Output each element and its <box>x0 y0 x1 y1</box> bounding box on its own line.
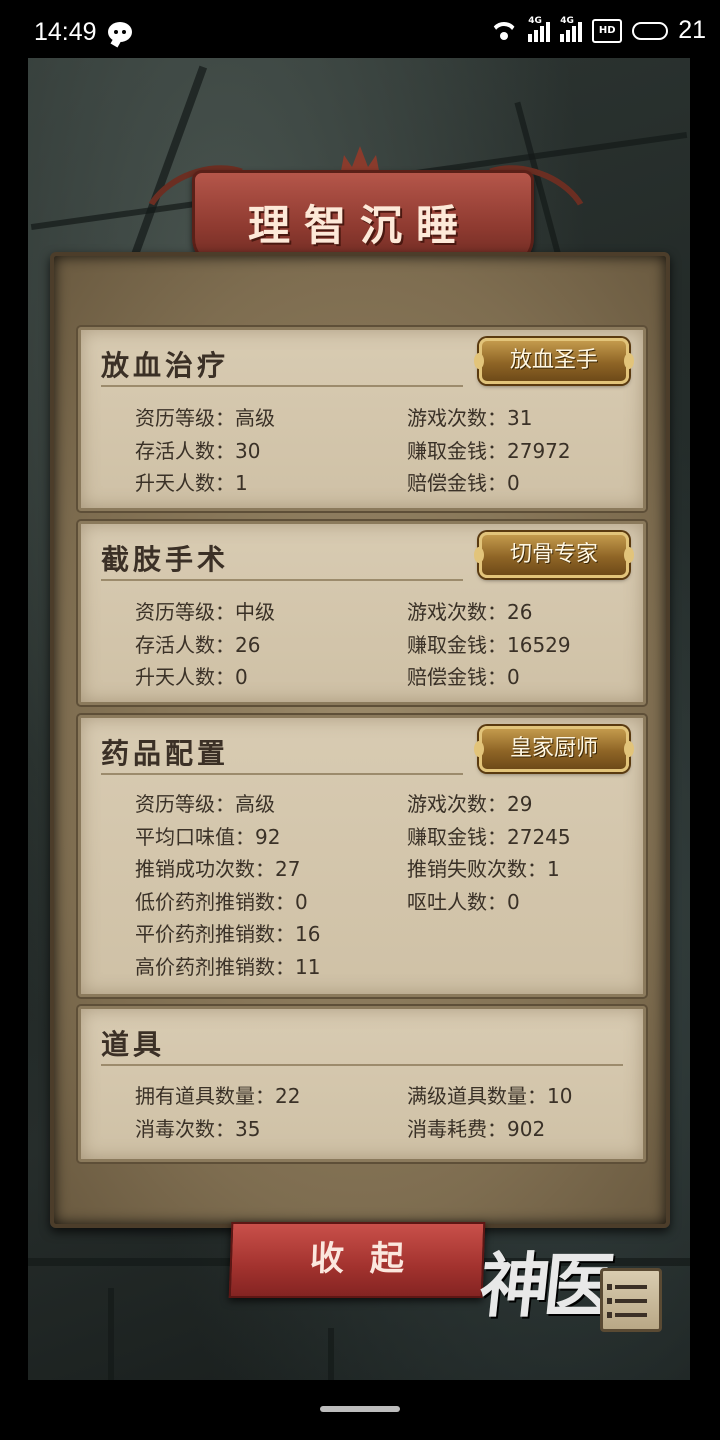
stat-item: 赚取金钱：27972 <box>407 439 571 463</box>
stat-item: 呕吐人数：0 <box>407 890 520 914</box>
stat-item: 满级道具数量：10 <box>407 1084 573 1108</box>
stat-item: 平均口味值：92 <box>135 825 281 849</box>
stat-item: 存活人数：26 <box>135 633 261 657</box>
stat-item: 升天人数：1 <box>135 471 248 495</box>
stat-item: 赚取金钱：16529 <box>407 633 571 657</box>
stat-item: 高价药剂推销数：11 <box>135 955 321 979</box>
stat-item: 消毒次数：35 <box>135 1117 261 1141</box>
battery-icon <box>632 21 669 40</box>
collapse-button[interactable]: 收起 <box>228 1222 486 1298</box>
stat-item: 平价药剂推销数：16 <box>135 922 321 946</box>
divider <box>101 1064 623 1066</box>
stat-item: 资历等级：高级 <box>135 406 275 430</box>
title-badge: 切骨专家 <box>474 532 634 578</box>
section-medicine: 药品配置 皇家厨师 资历等级：高级 平均口味值：92 推销成功次数：27 低价药… <box>78 715 646 997</box>
stat-item: 游戏次数：31 <box>407 406 533 430</box>
battery-level: 21 <box>678 16 706 44</box>
stat-item: 赔偿金钱：0 <box>407 471 520 495</box>
home-indicator[interactable] <box>320 1406 400 1412</box>
stat-item: 赚取金钱：27245 <box>407 825 571 849</box>
stat-item: 推销失败次数：1 <box>407 857 560 881</box>
section-amputation: 截肢手术 切骨专家 资历等级：中级 存活人数：26 升天人数：0 游戏次数：26… <box>78 521 646 705</box>
divider <box>101 579 463 581</box>
title-badge: 皇家厨师 <box>474 726 634 772</box>
section-title: 截肢手术 <box>101 543 230 576</box>
chat-icon <box>108 22 132 42</box>
status-time: 14:49 <box>34 18 97 46</box>
stat-item: 赔偿金钱：0 <box>407 665 520 689</box>
section-title: 道具 <box>101 1028 166 1061</box>
section-bloodletting: 放血治疗 放血圣手 资历等级：高级 存活人数：30 升天人数：1 游戏次数：31… <box>78 327 646 511</box>
section-title: 放血治疗 <box>101 349 230 382</box>
stat-item: 存活人数：30 <box>135 439 261 463</box>
section-title: 药品配置 <box>101 737 230 770</box>
section-props: 道具 拥有道具数量：22 消毒次数：35 满级道具数量：10 消毒耗费：902 <box>78 1006 646 1162</box>
stat-item: 推销成功次数：27 <box>135 857 301 881</box>
wifi-icon <box>490 20 518 42</box>
page-title: 理智沉睡 <box>247 201 472 250</box>
stat-item: 游戏次数：26 <box>407 600 533 624</box>
status-bar: 14:49 4G 4G HD 21 <box>0 0 720 58</box>
stat-item: 拥有道具数量：22 <box>135 1084 301 1108</box>
hd-icon: HD <box>592 18 623 43</box>
signal-icon: 4G <box>528 16 551 42</box>
signal-icon: 4G <box>560 16 583 42</box>
divider <box>101 773 463 775</box>
stat-item: 消毒耗费：902 <box>407 1117 546 1141</box>
stat-item: 低价药剂推销数：0 <box>135 890 308 914</box>
stat-item: 资历等级：中级 <box>135 600 275 624</box>
title-badge: 放血圣手 <box>474 338 634 384</box>
divider <box>101 385 463 387</box>
stat-item: 资历等级：高级 <box>135 792 275 816</box>
stat-item: 升天人数：0 <box>135 665 248 689</box>
list-menu-icon[interactable] <box>600 1268 662 1332</box>
stat-item: 游戏次数：29 <box>407 792 533 816</box>
